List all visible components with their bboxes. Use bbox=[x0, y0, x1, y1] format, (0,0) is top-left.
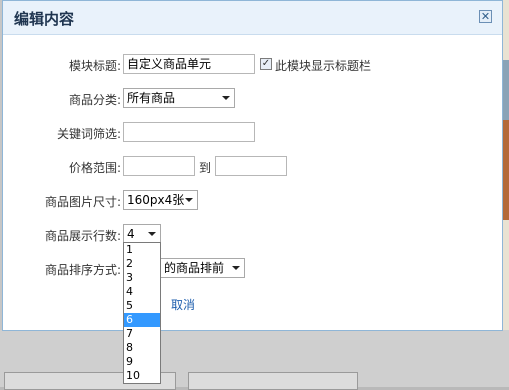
rows-dropdown-option[interactable]: 3 bbox=[124, 271, 160, 285]
price-min-input[interactable] bbox=[123, 156, 195, 176]
close-icon[interactable]: ✕ bbox=[479, 10, 492, 23]
rows-dropdown-option[interactable]: 9 bbox=[124, 355, 160, 369]
dialog-titlebar: 编辑内容 ✕ bbox=[3, 1, 502, 35]
image-size-label: 商品图片尺寸: bbox=[44, 195, 121, 209]
rows-dropdown-option[interactable]: 5 bbox=[124, 299, 160, 313]
keyword-input[interactable] bbox=[123, 122, 255, 142]
dialog-title: 编辑内容 bbox=[14, 10, 75, 28]
module-title-input[interactable]: 自定义商品单元 bbox=[123, 54, 255, 74]
edit-content-dialog: 编辑内容 ✕ 模块标题: 自定义商品单元 ✓ 此模块显示标题栏 商品分类: 所有… bbox=[2, 0, 503, 331]
rows-dropdown-option[interactable]: 6 bbox=[124, 313, 160, 327]
rows-dropdown-option[interactable]: 10 bbox=[124, 369, 160, 383]
background-box bbox=[188, 372, 358, 390]
rows-dropdown-option[interactable]: 4 bbox=[124, 285, 160, 299]
chevron-down-icon bbox=[185, 198, 193, 202]
category-select[interactable]: 所有商品 bbox=[123, 88, 235, 108]
module-title-label: 模块标题: bbox=[68, 59, 121, 73]
rows-label: 商品展示行数: bbox=[44, 229, 121, 243]
image-size-select[interactable]: 160px4张 bbox=[123, 190, 198, 210]
background-page-edge bbox=[503, 0, 509, 330]
price-to-text: 到 bbox=[199, 161, 212, 175]
show-title-checkbox-label: 此模块显示标题栏 bbox=[275, 59, 372, 73]
chevron-down-icon bbox=[232, 266, 240, 270]
category-label: 商品分类: bbox=[68, 93, 121, 107]
rows-dropdown-option[interactable]: 7 bbox=[124, 327, 160, 341]
chevron-down-icon bbox=[148, 232, 156, 236]
sort-label: 商品排序方式: bbox=[44, 263, 121, 277]
rows-select[interactable]: 4 bbox=[123, 224, 161, 244]
rows-dropdown-list[interactable]: 1 2 3 4 5 6 7 8 9 10 bbox=[123, 242, 161, 384]
background-image bbox=[503, 120, 509, 220]
image-size-select-value: 160px4张 bbox=[127, 193, 185, 207]
category-select-value: 所有商品 bbox=[127, 91, 176, 105]
cancel-button[interactable]: 取消 bbox=[171, 296, 195, 313]
chevron-down-icon bbox=[222, 96, 230, 100]
price-max-input[interactable] bbox=[215, 156, 287, 176]
rows-dropdown-option[interactable]: 1 bbox=[124, 243, 160, 257]
keyword-label: 关键词筛选: bbox=[56, 127, 121, 141]
rows-dropdown-option[interactable]: 2 bbox=[124, 257, 160, 271]
rows-select-value: 4 bbox=[127, 227, 135, 241]
rows-dropdown-option[interactable]: 8 bbox=[124, 341, 160, 355]
show-title-checkbox[interactable]: ✓ bbox=[260, 58, 272, 70]
price-range-label: 价格范围: bbox=[68, 161, 121, 175]
background-image bbox=[503, 60, 509, 120]
